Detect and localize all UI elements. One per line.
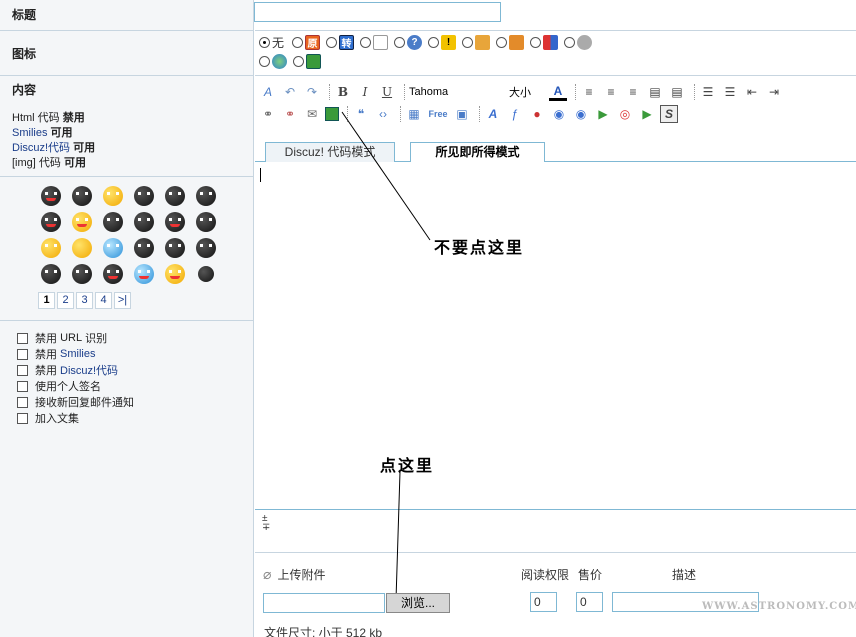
price-label: 售价 [578,568,603,582]
file-size-note: 文件尺寸: 小于 512 kb [264,626,383,637]
read-permission-label: 阅读权限 [521,568,570,582]
arrow-line-click-here [395,471,401,601]
price-input[interactable]: 0 [576,592,603,612]
watermark: WWW.ASTRONOMY.COM.CN [702,601,856,612]
paperclip-icon: ⌀ [263,566,272,582]
description-label: 描述 [672,568,697,582]
annotation-arrows [341,111,431,601]
upload-label: ⌀ 上传附件 [263,566,326,582]
arrow-line-dont-click [341,111,431,241]
browse-button[interactable]: 浏览... [386,593,450,613]
read-permission-input[interactable]: 0 [530,592,557,612]
file-path-input[interactable] [263,593,385,613]
